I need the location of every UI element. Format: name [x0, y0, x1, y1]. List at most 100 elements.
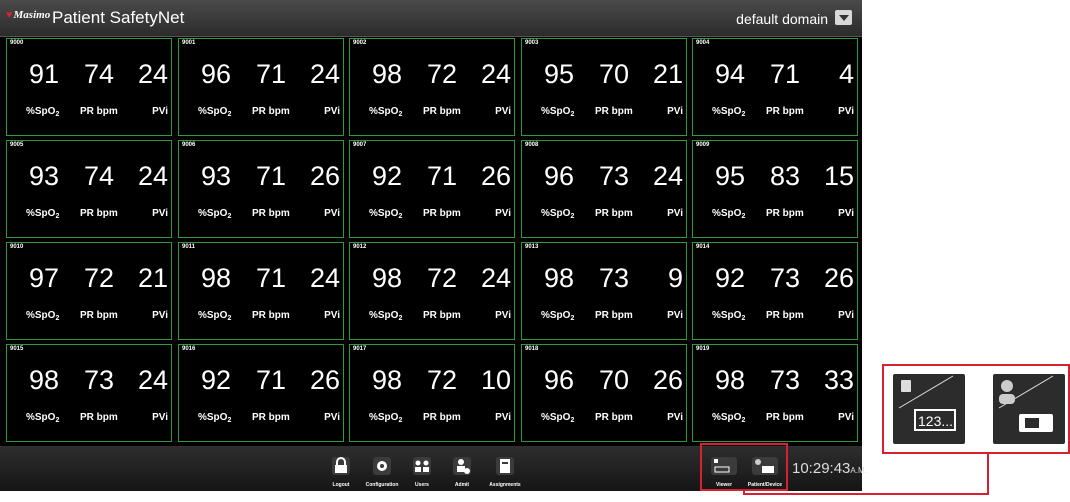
admit-user-icon [453, 457, 471, 475]
spo2-label: %SpO2 [712, 310, 745, 322]
spo2-value: 98 [544, 263, 575, 293]
pvi-value: 26 [652, 365, 683, 395]
monitor-tile[interactable]: 9012 98 72 24 %SpO2 PR bpm PVi [349, 242, 515, 340]
monitor-grid: 9000 91 74 24 %SpO2 PR bpm PVi 9001 96 71 24 %SpO2 P… [6, 38, 862, 446]
monitor-tile[interactable]: 9001 96 71 24 %SpO2 PR bpm PVi [178, 38, 344, 136]
viewer-zoom-icon: 123... [893, 374, 965, 444]
pvi-label: PVi [838, 208, 854, 219]
domain-label: default domain [736, 11, 828, 27]
spo2-label-text: %SpO [26, 106, 56, 117]
spo2-label: %SpO2 [26, 208, 59, 220]
spo2-label: %SpO2 [712, 106, 745, 118]
pvi-label: PVi [838, 106, 854, 117]
monitor-tile[interactable]: 9011 98 71 24 %SpO2 PR bpm PVi [178, 242, 344, 340]
bed-number: 9013 [525, 244, 539, 250]
spo2-label-sub: 2 [398, 315, 403, 322]
monitor-tile[interactable]: 9009 95 83 15 %SpO2 PR bpm PVi [692, 140, 858, 238]
monitor-tile[interactable]: 9000 91 74 24 %SpO2 PR bpm PVi [6, 38, 172, 136]
spo2-value: 91 [29, 59, 60, 89]
pr-label: PR bpm [595, 106, 633, 117]
spo2-value: 95 [715, 161, 746, 191]
spo2-label-sub: 2 [741, 417, 746, 424]
app-window: ♥Masimo Patient SafetyNet default domain… [0, 0, 862, 491]
pr-value: 74 [84, 59, 115, 89]
pvi-value: 4 [838, 59, 854, 89]
pr-value: 73 [770, 263, 801, 293]
spo2-label: %SpO2 [712, 412, 745, 424]
bed-number: 9009 [696, 142, 710, 148]
monitor-tile[interactable]: 9016 92 71 26 %SpO2 PR bpm PVi [178, 344, 344, 442]
spo2-value: 92 [201, 365, 232, 395]
spo2-label-text: %SpO [369, 106, 399, 117]
pvi-label: PVi [667, 106, 683, 117]
pr-value: 71 [256, 263, 287, 293]
spo2-label-text: %SpO [712, 106, 742, 117]
spo2-label-sub: 2 [741, 315, 746, 322]
spo2-label: %SpO2 [369, 310, 402, 322]
pvi-value: 9 [667, 263, 683, 293]
spo2-label-text: %SpO [198, 106, 228, 117]
spo2-label-text: %SpO [369, 208, 399, 219]
pr-value: 83 [770, 161, 801, 191]
spo2-value: 95 [544, 59, 575, 89]
bed-number: 9006 [182, 142, 196, 148]
spo2-value: 98 [29, 365, 60, 395]
spo2-value: 92 [715, 263, 746, 293]
monitor-tile[interactable]: 9008 96 73 24 %SpO2 PR bpm PVi [521, 140, 687, 238]
spo2-label-sub: 2 [227, 213, 232, 220]
spo2-label-sub: 2 [55, 417, 60, 424]
pr-label: PR bpm [766, 106, 804, 117]
pr-label: PR bpm [595, 208, 633, 219]
domain-dropdown-button[interactable] [835, 10, 852, 25]
monitor-tile[interactable]: 9003 95 70 21 %SpO2 PR bpm PVi [521, 38, 687, 136]
pvi-label: PVi [838, 412, 854, 423]
pvi-value: 33 [823, 365, 854, 395]
pr-value: 72 [427, 365, 458, 395]
monitor-tile[interactable]: 9004 94 71 4 %SpO2 PR bpm PVi [692, 38, 858, 136]
spo2-label-text: %SpO [712, 412, 742, 423]
monitor-tile[interactable]: 9018 96 70 26 %SpO2 PR bpm PVi [521, 344, 687, 442]
bed-number: 9010 [10, 244, 24, 250]
pr-label: PR bpm [80, 310, 118, 321]
monitor-tile[interactable]: 9005 93 74 24 %SpO2 PR bpm PVi [6, 140, 172, 238]
spo2-label-text: %SpO [712, 310, 742, 321]
spo2-label-text: %SpO [198, 208, 228, 219]
spo2-value: 98 [372, 365, 403, 395]
assignments-button[interactable]: Assignments [480, 452, 530, 490]
pvi-label: PVi [152, 412, 168, 423]
spo2-label: %SpO2 [541, 412, 574, 424]
spo2-label-sub: 2 [570, 315, 575, 322]
pr-value: 71 [427, 161, 458, 191]
monitor-tile[interactable]: 9007 92 71 26 %SpO2 PR bpm PVi [349, 140, 515, 238]
spo2-value: 94 [715, 59, 746, 89]
spo2-label-sub: 2 [741, 111, 746, 118]
spo2-value: 98 [201, 263, 232, 293]
patient-device-zoom-icon [993, 374, 1065, 444]
monitor-tile[interactable]: 9015 98 73 24 %SpO2 PR bpm PVi [6, 344, 172, 442]
pr-label: PR bpm [252, 106, 290, 117]
monitor-tile[interactable]: 9010 97 72 21 %SpO2 PR bpm PVi [6, 242, 172, 340]
pr-value: 73 [770, 365, 801, 395]
monitor-tile[interactable]: 9019 98 73 33 %SpO2 PR bpm PVi [692, 344, 858, 442]
monitor-tile[interactable]: 9006 93 71 26 %SpO2 PR bpm PVi [178, 140, 344, 238]
pvi-label: PVi [324, 412, 340, 423]
spo2-value: 96 [544, 365, 575, 395]
pvi-value: 26 [823, 263, 854, 293]
bed-number: 9011 [182, 244, 196, 250]
bed-number: 9003 [525, 40, 539, 46]
spo2-label: %SpO2 [369, 106, 402, 118]
highlight-box-toolbar [700, 443, 788, 491]
pr-label: PR bpm [252, 310, 290, 321]
pvi-value: 24 [480, 59, 511, 89]
spo2-label-sub: 2 [570, 111, 575, 118]
monitor-tile[interactable]: 9013 98 73 9 %SpO2 PR bpm PVi [521, 242, 687, 340]
pr-value: 70 [599, 365, 630, 395]
pvi-label: PVi [495, 208, 511, 219]
spo2-label-text: %SpO [198, 412, 228, 423]
monitor-tile[interactable]: 9002 98 72 24 %SpO2 PR bpm PVi [349, 38, 515, 136]
pr-value: 71 [256, 161, 287, 191]
monitor-tile[interactable]: 9017 98 72 10 %SpO2 PR bpm PVi [349, 344, 515, 442]
bed-number: 9002 [353, 40, 367, 46]
spo2-label-text: %SpO [369, 412, 399, 423]
monitor-tile[interactable]: 9014 92 73 26 %SpO2 PR bpm PVi [692, 242, 858, 340]
